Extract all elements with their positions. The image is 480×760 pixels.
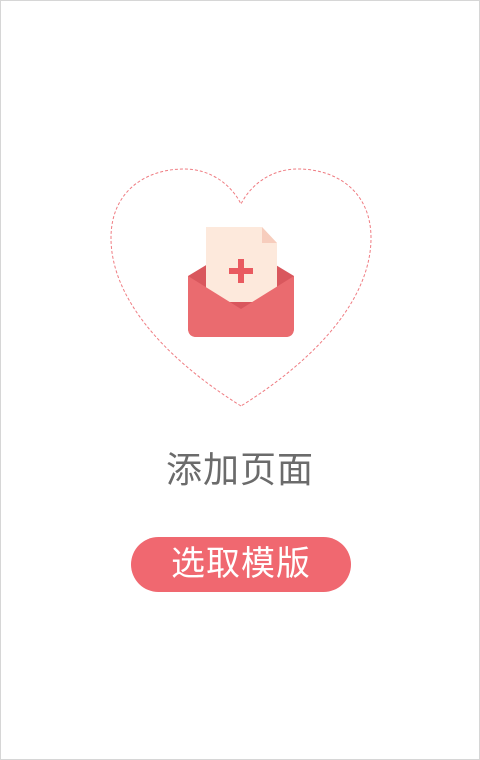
add-page-illustration — [106, 166, 376, 411]
page-title: 添加页面 — [165, 450, 314, 491]
heart-outline — [110, 168, 372, 407]
select-template-button[interactable]: 选取模版 — [131, 537, 351, 592]
add-page-screen: 添加页面 选取模版 — [0, 0, 480, 760]
envelope-document-plus-icon — [188, 227, 294, 337]
